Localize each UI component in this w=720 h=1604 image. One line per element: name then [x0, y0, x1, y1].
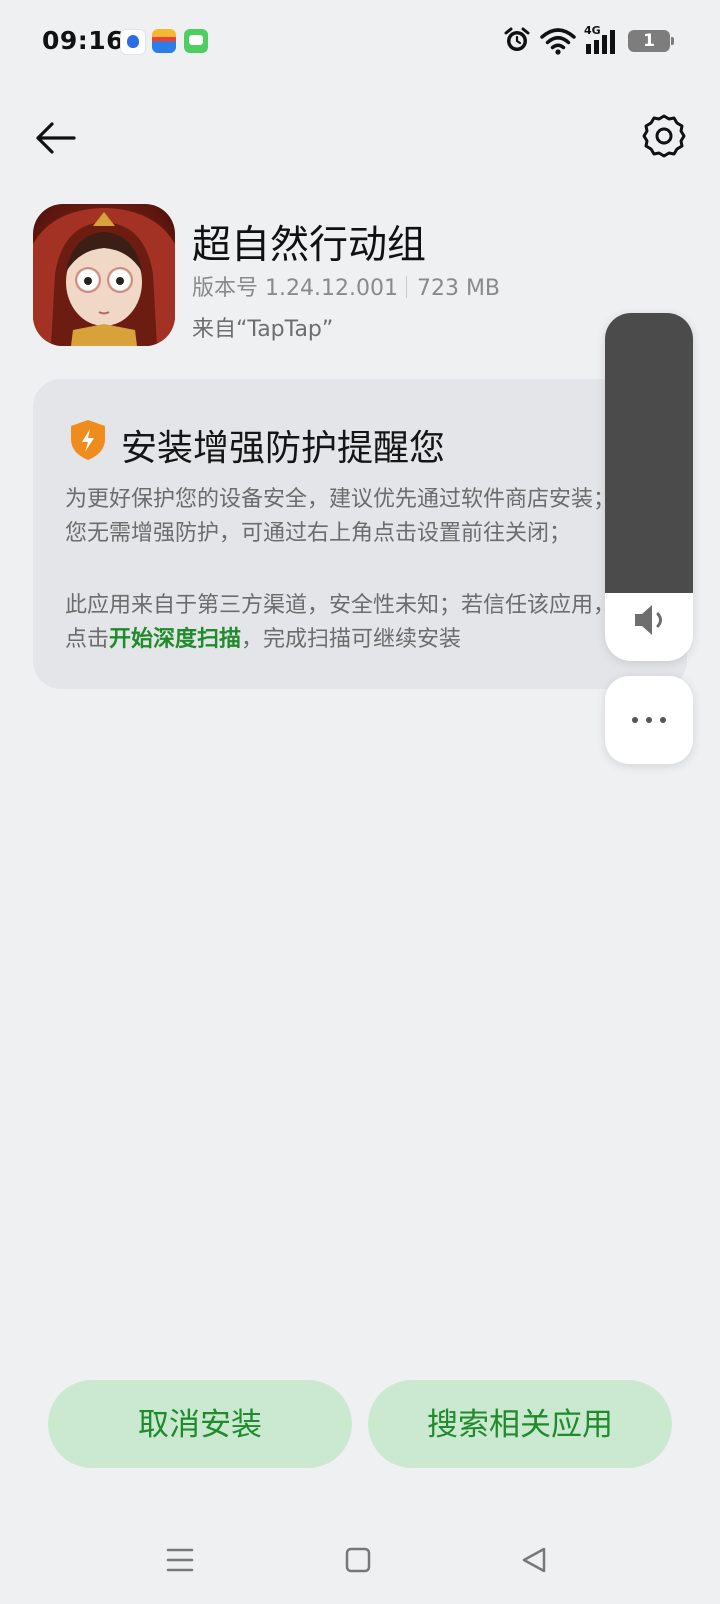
home-icon[interactable] — [345, 1546, 371, 1574]
app-source: 来自“TapTap” — [192, 317, 334, 342]
app-meta: 版本号 1.24.12.001 723 MB — [192, 270, 500, 302]
baidu-icon — [120, 29, 146, 55]
volume-track — [605, 313, 693, 593]
gear-icon — [642, 114, 686, 158]
card-paragraph-2-tail: ，完成扫描可继续安装 — [241, 627, 462, 652]
status-time: 09:16 — [42, 26, 125, 55]
volume-slider[interactable] — [605, 313, 693, 661]
meta-divider — [405, 276, 407, 298]
wallet-icon — [152, 29, 176, 53]
app-name: 超自然行动组 — [192, 223, 427, 268]
messages-icon — [184, 29, 208, 53]
signal-icon — [586, 30, 615, 54]
more-dots-icon — [632, 717, 666, 723]
status-bar: 09:16 4G 1 — [0, 0, 720, 82]
shield-icon — [71, 420, 105, 460]
back-triangle-icon[interactable] — [520, 1546, 548, 1574]
app-icon-artwork — [33, 208, 175, 346]
search-related-apps-button[interactable]: 搜索相关应用 — [368, 1380, 672, 1468]
back-button[interactable] — [30, 112, 82, 164]
app-icon — [33, 204, 175, 346]
security-warning-card: 安装增强防护提醒您 为更好保护您的设备安全，建议优先通过软件商店安装；若您无需增… — [33, 379, 687, 689]
arrow-left-icon — [36, 122, 76, 154]
alarm-icon — [504, 27, 530, 51]
card-paragraph-1: 为更好保护您的设备安全，建议优先通过软件商店安装；若您无需增强防护，可通过右上角… — [65, 487, 638, 546]
speaker-icon[interactable] — [631, 600, 667, 640]
app-size: 723 MB — [416, 276, 501, 301]
settings-button[interactable] — [638, 110, 690, 162]
wifi-icon — [540, 28, 576, 55]
battery-icon: 1 — [628, 30, 674, 52]
battery-level: 1 — [643, 31, 655, 51]
cancel-install-button[interactable]: 取消安装 — [48, 1380, 352, 1468]
card-title: 安装增强防护提醒您 — [121, 428, 446, 469]
card-paragraph-2: 此应用来自于第三方渠道，安全性未知；若信任该应用，可点击开始深度扫描，完成扫描可… — [65, 589, 643, 657]
more-options-button[interactable] — [605, 676, 693, 764]
deep-scan-link[interactable]: 开始深度扫描 — [109, 627, 241, 652]
menu-icon[interactable] — [166, 1546, 194, 1574]
app-version: 版本号 1.24.12.001 — [192, 276, 398, 301]
